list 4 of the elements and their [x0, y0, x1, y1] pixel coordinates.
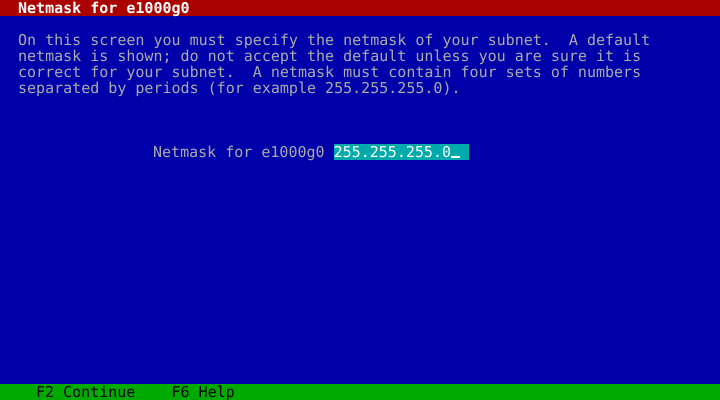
function-key-label[interactable]: F2_Continue — [36, 384, 136, 400]
instructions-text: On this screen you must specify the netmask of your subnet. A default netmask is shown; do not accept the default unless you are sure it is correct for your subnet. A netmask must contain four sets of numbers separated by periods (for example 255.255.255.0). — [18, 32, 652, 96]
field-label: Netmask for e1000g0 — [153, 144, 325, 160]
window-title: Netmask for e1000g0 — [0, 0, 720, 16]
